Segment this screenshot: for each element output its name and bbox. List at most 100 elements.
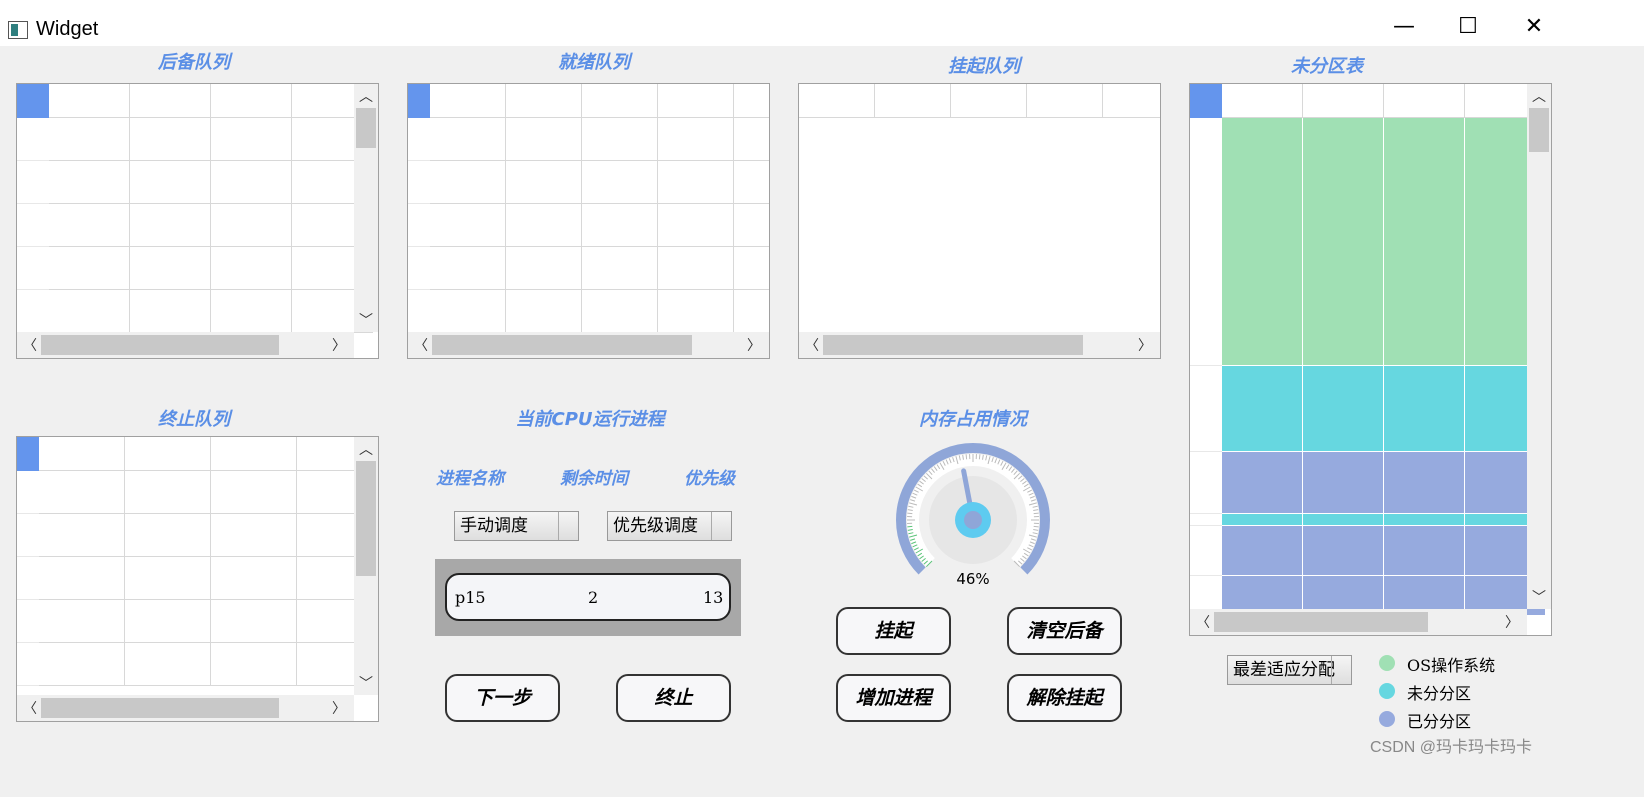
column-header[interactable]	[875, 84, 951, 118]
row-number[interactable]	[408, 118, 430, 161]
table-cell	[582, 118, 658, 161]
suspend-button[interactable]: 挂起	[836, 607, 951, 655]
table-cell	[734, 161, 769, 204]
column-header[interactable]	[799, 84, 875, 118]
row-number[interactable]	[17, 161, 49, 204]
column-header[interactable]	[211, 84, 292, 118]
gauge-hub-center	[964, 511, 982, 529]
column-header[interactable]	[130, 84, 211, 118]
horizontal-scrollbar[interactable]: 〈〉	[408, 332, 769, 358]
row-number[interactable]	[1190, 526, 1222, 576]
vertical-scrollbar[interactable]: ︿ ﹀	[354, 437, 378, 695]
row-number[interactable]	[408, 290, 430, 333]
column-header[interactable]	[1384, 84, 1465, 118]
column-header[interactable]	[39, 437, 125, 471]
schedule-mode-select[interactable]: 优先级调度	[607, 511, 732, 541]
chevron-up-icon[interactable]: ︿	[1532, 86, 1546, 106]
chevron-down-icon[interactable]: ﹀	[359, 310, 373, 330]
column-header[interactable]	[951, 84, 1027, 118]
ready-queue-table[interactable]: 〈〉	[407, 83, 770, 359]
column-header[interactable]	[1303, 84, 1384, 118]
chevron-right-icon[interactable]: 〉	[747, 335, 761, 355]
gauge-tick	[1033, 525, 1039, 528]
row-number[interactable]	[17, 600, 39, 643]
row-number[interactable]	[408, 204, 430, 247]
table-cell	[211, 514, 297, 557]
column-header[interactable]	[430, 84, 506, 118]
row-number[interactable]	[17, 247, 49, 290]
row-number[interactable]	[408, 247, 430, 290]
maximize-button[interactable]: ☐	[1438, 6, 1498, 46]
chevron-right-icon[interactable]: 〉	[1138, 335, 1152, 355]
minimize-button[interactable]: —	[1374, 6, 1434, 46]
allocation-algorithm-select[interactable]: 最差适应分配	[1227, 655, 1352, 685]
terminated-queue-table[interactable]: ︿ ﹀ 〈〉	[16, 436, 379, 722]
row-number[interactable]	[1190, 514, 1222, 526]
resume-button[interactable]: 解除挂起	[1007, 674, 1122, 722]
row-number[interactable]	[17, 557, 39, 600]
chevron-down-icon[interactable]: ﹀	[359, 673, 373, 693]
column-header[interactable]	[1103, 84, 1160, 118]
horizontal-scroll-thumb[interactable]	[41, 698, 279, 718]
vertical-scroll-thumb[interactable]	[356, 461, 376, 576]
row-number[interactable]	[1190, 366, 1222, 452]
chevron-right-icon[interactable]: 〉	[1505, 612, 1519, 632]
column-header[interactable]	[506, 84, 582, 118]
column-header[interactable]	[734, 84, 769, 118]
row-number[interactable]	[17, 471, 39, 514]
column-header[interactable]	[582, 84, 658, 118]
column-header[interactable]	[211, 437, 297, 471]
partition-table[interactable]: ︿ ﹀ 〈〉	[1189, 83, 1552, 636]
horizontal-scrollbar[interactable]: 〈〉	[17, 332, 354, 358]
chevron-left-icon[interactable]: 〈	[1196, 612, 1210, 632]
horizontal-scrollbar[interactable]: 〈〉	[799, 332, 1160, 358]
horizontal-scrollbar[interactable]: 〈〉	[1190, 609, 1527, 635]
row-number[interactable]	[17, 643, 39, 686]
next-step-button[interactable]: 下一步	[445, 674, 560, 722]
dispatch-mode-select[interactable]: 手动调度	[454, 511, 579, 541]
column-header[interactable]	[658, 84, 734, 118]
horizontal-scroll-thumb[interactable]	[432, 335, 692, 355]
row-number[interactable]	[1190, 118, 1222, 366]
legend-free-label: 未分分区	[1407, 684, 1472, 703]
chevron-left-icon[interactable]: 〈	[23, 335, 37, 355]
vertical-scrollbar[interactable]: ︿ ﹀	[1527, 84, 1551, 609]
vertical-scrollbar[interactable]: ︿ ﹀	[354, 84, 378, 332]
terminate-button[interactable]: 终止	[616, 674, 731, 722]
horizontal-scroll-thumb[interactable]	[1214, 612, 1428, 632]
table-cell	[430, 161, 506, 204]
column-header[interactable]	[1222, 84, 1303, 118]
row-number[interactable]	[17, 514, 39, 557]
row-number[interactable]	[17, 118, 49, 161]
table-cell	[211, 557, 297, 600]
backup-queue-table[interactable]: ︿ ﹀ 〈〉	[16, 83, 379, 359]
column-header[interactable]	[49, 84, 130, 118]
row-number[interactable]	[408, 161, 430, 204]
row-number[interactable]	[1190, 452, 1222, 514]
table-cell	[130, 247, 211, 290]
column-header[interactable]	[1027, 84, 1103, 118]
close-button[interactable]: ✕	[1504, 6, 1564, 46]
table-cell	[39, 514, 125, 557]
chevron-left-icon[interactable]: 〈	[23, 698, 37, 718]
table-cell	[125, 557, 211, 600]
horizontal-scrollbar[interactable]: 〈〉	[17, 695, 354, 721]
chevron-left-icon[interactable]: 〈	[805, 335, 819, 355]
horizontal-scroll-thumb[interactable]	[823, 335, 1083, 355]
add-process-button[interactable]: 增加进程	[836, 674, 951, 722]
chevron-up-icon[interactable]: ︿	[359, 439, 373, 459]
chevron-up-icon[interactable]: ︿	[359, 86, 373, 106]
horizontal-scroll-thumb[interactable]	[41, 335, 279, 355]
column-header[interactable]	[125, 437, 211, 471]
vertical-scroll-thumb[interactable]	[1529, 108, 1549, 152]
vertical-scroll-thumb[interactable]	[356, 108, 376, 148]
row-number[interactable]	[17, 290, 49, 333]
suspended-queue-table[interactable]: 〈〉	[798, 83, 1161, 359]
chevron-down-icon[interactable]: ﹀	[1532, 587, 1546, 607]
chevron-left-icon[interactable]: 〈	[414, 335, 428, 355]
clear-backup-button[interactable]: 清空后备	[1007, 607, 1122, 655]
chevron-right-icon[interactable]: 〉	[332, 698, 346, 718]
chevron-right-icon[interactable]: 〉	[332, 335, 346, 355]
row-number[interactable]	[17, 204, 49, 247]
dispatch-mode-value: 手动调度	[460, 516, 528, 536]
